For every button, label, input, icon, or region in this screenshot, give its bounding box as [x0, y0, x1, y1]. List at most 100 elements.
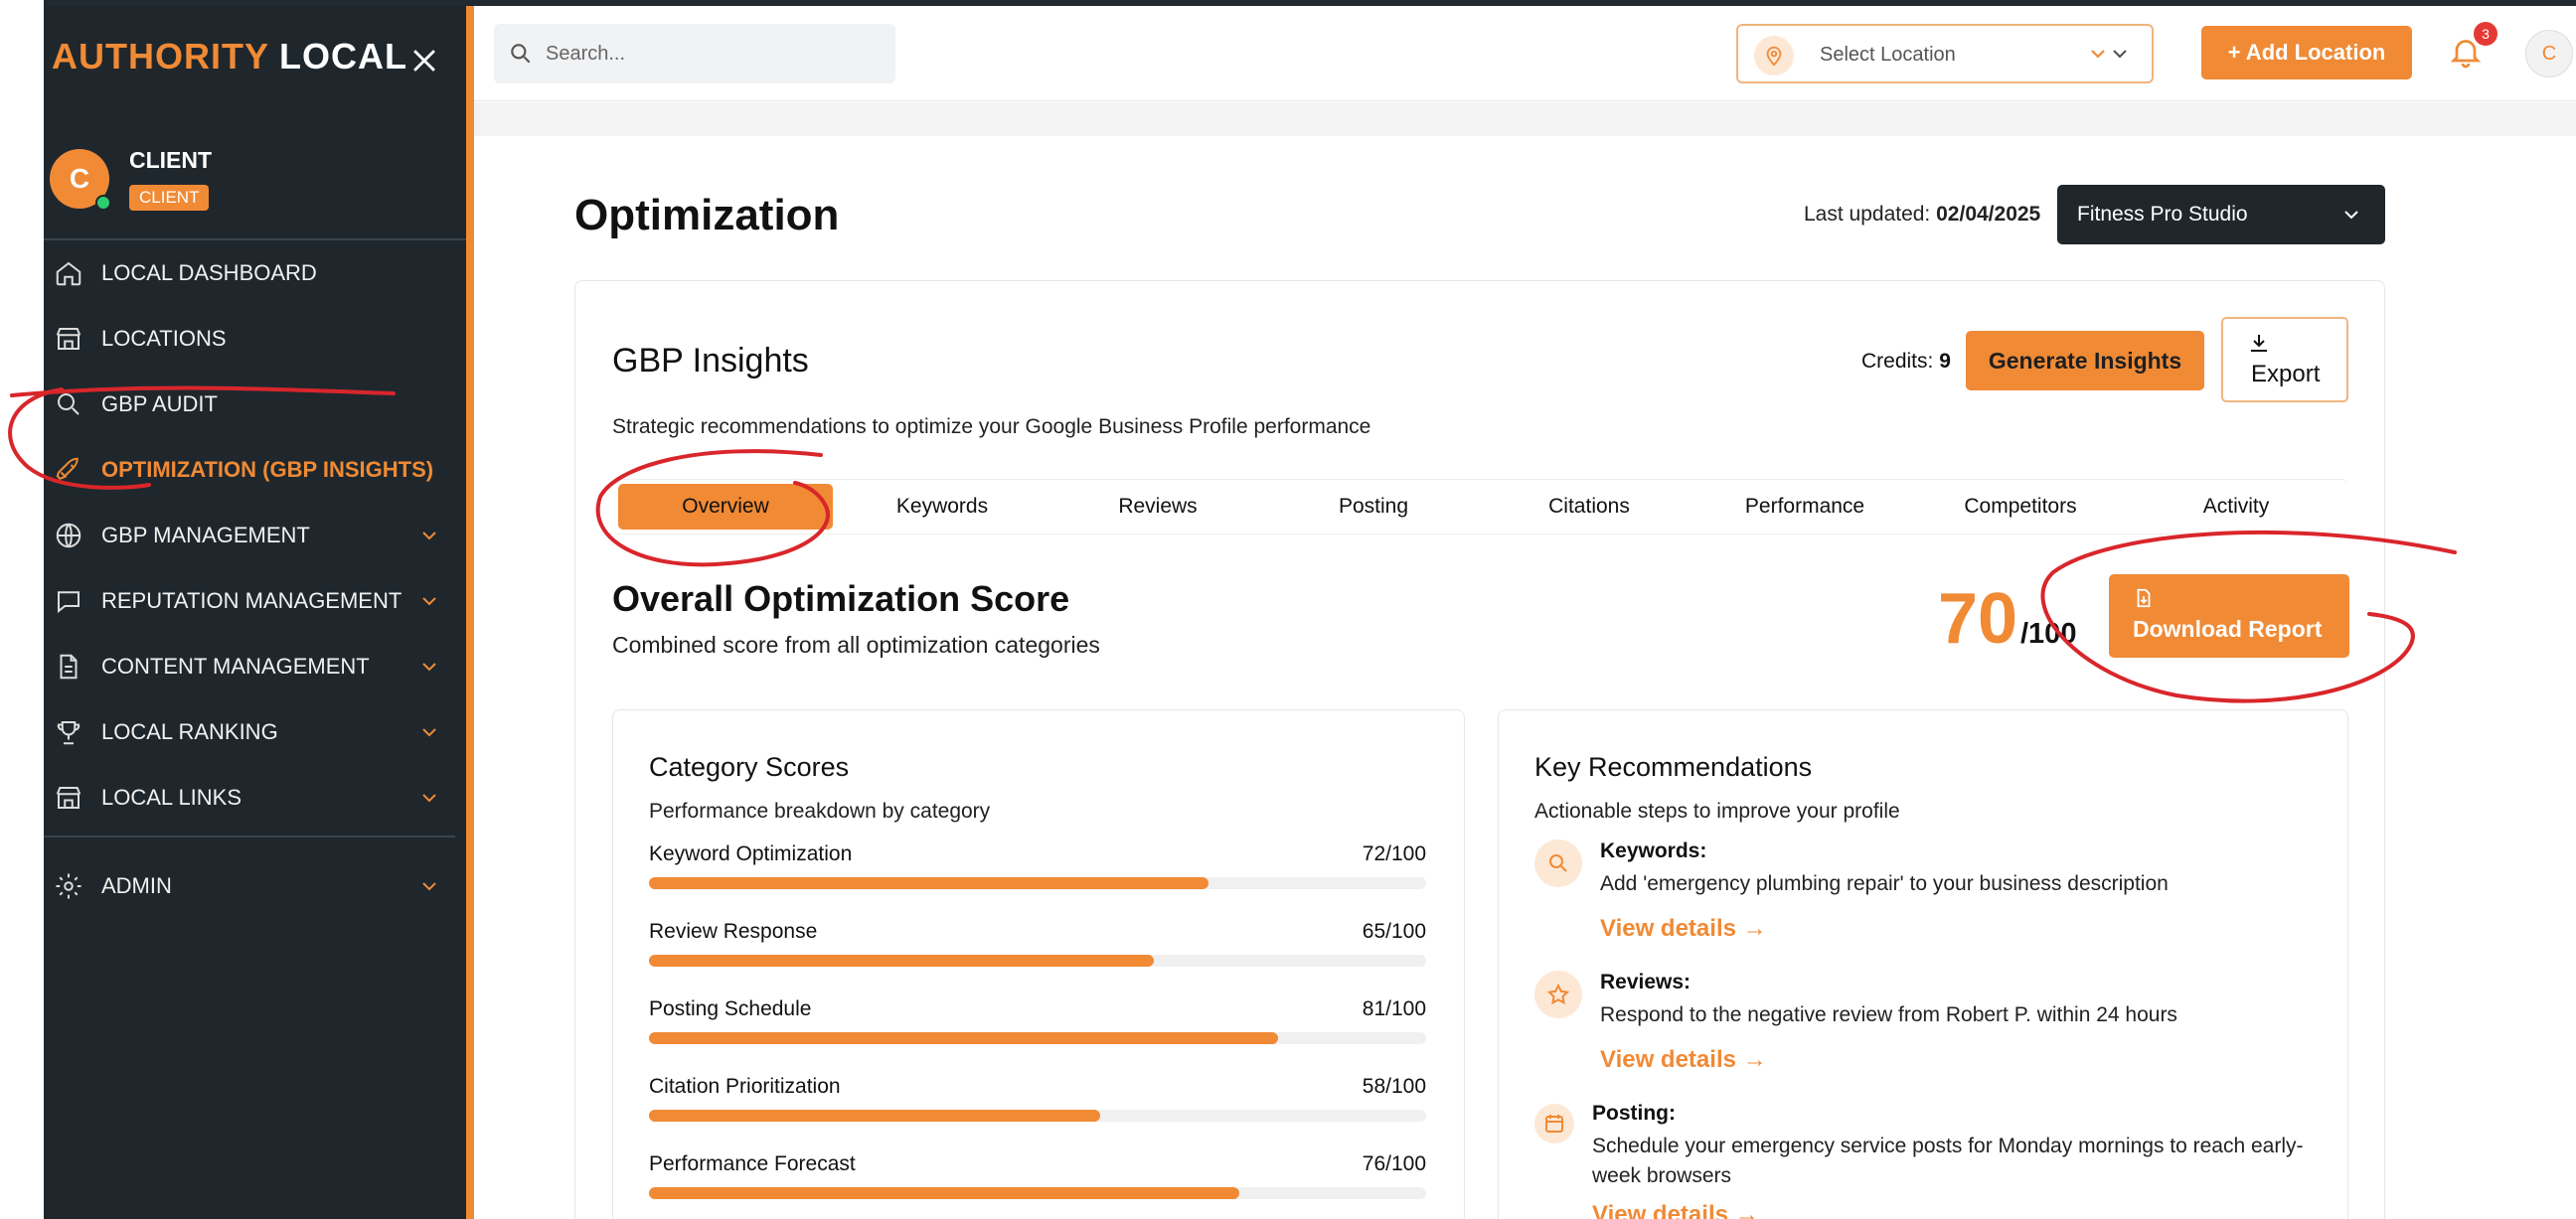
- progress-bar: [649, 877, 1209, 889]
- recommendation-category: Posting:: [1592, 1102, 1676, 1125]
- recommendation-text: Add 'emergency plumbing repair' to your …: [1600, 872, 2169, 895]
- tab-competitors[interactable]: Competitors: [1913, 484, 2128, 530]
- search-box: [494, 24, 895, 83]
- sidebar-item-label: LOCAL LINKS: [101, 785, 242, 810]
- search-icon: [1534, 839, 1582, 887]
- chevron-down-icon[interactable]: [417, 655, 441, 679]
- document-icon: [54, 652, 83, 682]
- progress-bar: [649, 1110, 1100, 1122]
- sidebar-item-optimization[interactable]: OPTIMIZATION (GBP INSIGHTS): [44, 442, 466, 498]
- sidebar-item-label: OPTIMIZATION (GBP INSIGHTS): [101, 457, 434, 482]
- tab-reviews[interactable]: Reviews: [1050, 484, 1265, 530]
- map-pin-icon: [1754, 36, 1794, 76]
- sidebar-item-locations[interactable]: LOCATIONS: [44, 311, 466, 367]
- recommendations-subtitle: Actionable steps to improve your profile: [1534, 800, 1900, 823]
- category-name: Posting Schedule: [649, 997, 812, 1020]
- category-row: Posting Schedule 81/100: [649, 997, 1426, 1057]
- category-row: Citation Prioritization 58/100: [649, 1075, 1426, 1135]
- chat-icon: [54, 586, 83, 616]
- store-icon: [54, 324, 83, 354]
- sidebar-item-gbp-audit[interactable]: GBP AUDIT: [44, 377, 466, 432]
- export-button[interactable]: Export: [2221, 317, 2348, 402]
- progress-track: [649, 1187, 1426, 1199]
- sidebar-item-local-ranking[interactable]: LOCAL RANKING: [44, 704, 466, 760]
- category-name: Performance Forecast: [649, 1152, 856, 1175]
- location-select[interactable]: Select Location: [1736, 24, 2154, 83]
- tab-posting[interactable]: Posting: [1266, 484, 1481, 530]
- category-scores-title: Category Scores: [649, 752, 850, 782]
- chevron-down-icon[interactable]: [417, 874, 441, 898]
- category-row: Performance Forecast 76/100: [649, 1152, 1426, 1212]
- business-select-value: Fitness Pro Studio: [2077, 203, 2248, 226]
- category-score: 76/100: [1362, 1152, 1426, 1175]
- sidebar-divider: [44, 836, 455, 838]
- sidebar-item-admin[interactable]: ADMIN: [44, 858, 466, 914]
- progress-track: [649, 955, 1426, 967]
- category-scores-panel: Category Scores Performance breakdown by…: [612, 709, 1465, 1219]
- search-icon: [511, 44, 531, 64]
- sidebar-item-content-management[interactable]: CONTENT MANAGEMENT: [44, 639, 466, 694]
- category-name: Review Response: [649, 920, 818, 943]
- recommendation-category: Reviews:: [1600, 971, 1691, 993]
- home-icon: [54, 258, 83, 288]
- add-location-button[interactable]: + Add Location: [2201, 26, 2412, 79]
- globe-icon: [54, 521, 83, 550]
- search-icon: [54, 389, 83, 419]
- trophy-icon: [54, 717, 83, 747]
- chevron-down-icon[interactable]: [417, 720, 441, 744]
- credits-value: 9: [1939, 350, 1951, 373]
- notification-badge: 3: [2474, 22, 2497, 46]
- chevron-down-icon[interactable]: [417, 589, 441, 613]
- search-input[interactable]: [546, 36, 884, 72]
- recommendation-text: Schedule your emergency service posts fo…: [1592, 1135, 2304, 1187]
- download-report-button[interactable]: Download Report: [2109, 574, 2349, 658]
- category-score: 72/100: [1362, 842, 1426, 865]
- header-shadow-band: [474, 102, 2576, 136]
- tab-activity[interactable]: Activity: [2129, 484, 2343, 530]
- brand-logo[interactable]: AUTHORITY LOCAL: [52, 36, 407, 77]
- tab-performance[interactable]: Performance: [1697, 484, 1912, 530]
- sidebar-item-label: LOCAL RANKING: [101, 719, 278, 744]
- chevron-down-icon: [2344, 211, 2358, 220]
- view-details-link[interactable]: View details →: [1592, 1201, 1759, 1219]
- sidebar-item-local-links[interactable]: LOCAL LINKS: [44, 770, 466, 826]
- view-details-link[interactable]: View details →: [1600, 1046, 1767, 1074]
- recommendations-panel: Key Recommendations Actionable steps to …: [1498, 709, 2348, 1219]
- sidebar-item-label: ADMIN: [101, 873, 172, 898]
- header-avatar[interactable]: C: [2525, 30, 2573, 77]
- sidebar-item-gbp-management[interactable]: GBP MANAGEMENT: [44, 508, 466, 563]
- sidebar-item-reputation-management[interactable]: REPUTATION MANAGEMENT: [44, 573, 466, 629]
- recommendation-item: Keywords: Add 'emergency plumbing repair…: [1534, 839, 2330, 969]
- insights-subtitle: Strategic recommendations to optimize yo…: [612, 415, 1371, 438]
- view-details-link[interactable]: View details →: [1600, 915, 1767, 943]
- page-title: Optimization: [574, 191, 840, 239]
- progress-bar: [649, 955, 1155, 967]
- business-select[interactable]: Fitness Pro Studio: [2057, 185, 2385, 244]
- sidebar-item-label: GBP MANAGEMENT: [101, 523, 310, 547]
- sidebar-item-label: GBP AUDIT: [101, 391, 218, 416]
- category-score: 81/100: [1362, 997, 1426, 1020]
- brand-part1: AUTHORITY: [52, 36, 269, 76]
- sidebar-accent-stripe: [466, 6, 474, 1219]
- chevron-down-icon[interactable]: [417, 786, 441, 810]
- score-subtitle: Combined score from all optimization cat…: [612, 632, 1100, 658]
- download-icon: [2251, 335, 2267, 352]
- progress-track: [649, 877, 1426, 889]
- chevron-down-icon: [2086, 42, 2136, 68]
- close-icon[interactable]: [407, 44, 441, 77]
- chevron-down-icon[interactable]: [417, 524, 441, 547]
- tab-keywords[interactable]: Keywords: [835, 484, 1049, 530]
- role-badge: CLIENT: [129, 185, 210, 211]
- recommendation-text: Respond to the negative review from Robe…: [1600, 1003, 2177, 1026]
- category-row: Keyword Optimization 72/100: [649, 842, 1426, 902]
- recommendation-item: Posting: Schedule your emergency service…: [1534, 1102, 2330, 1219]
- overall-score-max: /100: [2020, 618, 2077, 650]
- recommendations-title: Key Recommendations: [1534, 752, 1813, 782]
- gear-icon: [54, 871, 83, 901]
- tab-citations[interactable]: Citations: [1482, 484, 1696, 530]
- sidebar-item-local-dashboard[interactable]: LOCAL DASHBOARD: [44, 245, 466, 301]
- category-name: Citation Prioritization: [649, 1075, 841, 1098]
- category-name: Keyword Optimization: [649, 842, 853, 865]
- generate-insights-button[interactable]: Generate Insights: [1966, 331, 2204, 390]
- tab-overview[interactable]: Overview: [618, 484, 833, 530]
